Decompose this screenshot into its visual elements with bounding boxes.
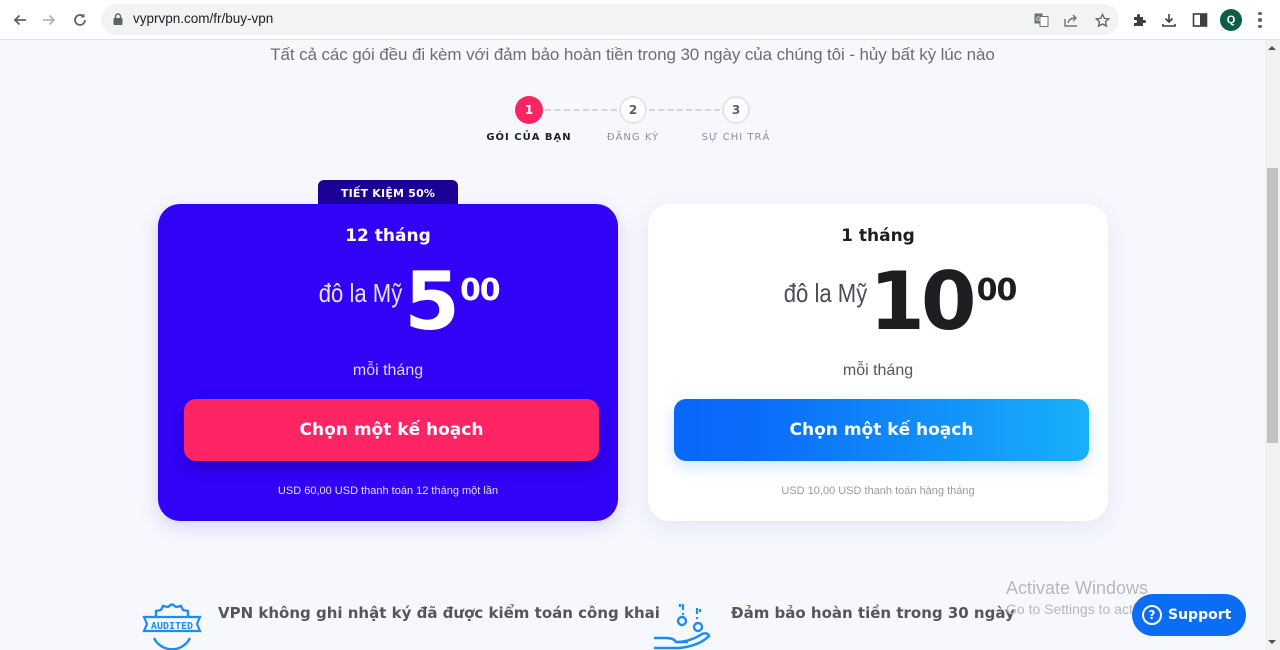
- plan-price: đô la Mỹ 10 00: [648, 255, 1108, 354]
- lock-icon: [113, 13, 123, 25]
- plan-card-12-months: 12 tháng đô la Mỹ 5 00 mỗi tháng Chọn mộ…: [158, 204, 618, 521]
- choose-plan-1-month-button[interactable]: Chọn một kế hoạch: [674, 399, 1089, 461]
- audited-badge-icon: AUDITED: [142, 603, 202, 650]
- step-1-circle: 1: [515, 96, 543, 124]
- price-currency: đô la Mỹ: [318, 278, 403, 308]
- price-currency: đô la Mỹ: [783, 278, 868, 308]
- side-panel-icon[interactable]: [1190, 10, 1210, 30]
- svg-text:G: G: [1036, 16, 1041, 23]
- plan-term: 1 tháng: [841, 226, 915, 246]
- profile-avatar[interactable]: Q: [1220, 9, 1242, 31]
- price-period: mỗi tháng: [842, 362, 914, 379]
- price-cents: 00: [976, 273, 1018, 308]
- billing-note: USD 10,00 USD thanh toán hàng tháng: [781, 485, 975, 497]
- address-bar[interactable]: vyprvpn.com/fr/buy-vpn G: [101, 4, 1119, 35]
- scroll-down-arrow-icon[interactable]: [1268, 640, 1276, 644]
- choose-plan-12-months-button[interactable]: Chọn một kế hoạch: [184, 399, 599, 461]
- audited-text: AUDITED: [151, 621, 193, 632]
- help-question-icon: ?: [1142, 605, 1162, 625]
- kebab-menu-icon[interactable]: [1256, 10, 1264, 30]
- plan-card-1-month: 1 tháng đô la Mỹ 10 00 mỗi tháng Chọn mộ…: [648, 204, 1108, 521]
- scroll-thumb[interactable]: [1267, 168, 1278, 443]
- savings-badge: TIẾT KIỆM 50%: [318, 180, 458, 206]
- share-icon[interactable]: [1062, 11, 1080, 29]
- money-back-hand-icon: [654, 604, 711, 650]
- step-3-circle: 3: [722, 96, 750, 124]
- price-amount: 5: [404, 255, 460, 348]
- price-period: mỗi tháng: [352, 362, 424, 379]
- support-label: Support: [1168, 607, 1232, 623]
- support-button[interactable]: ? Support: [1132, 594, 1246, 636]
- plan-term: 12 tháng: [345, 226, 431, 246]
- scroll-up-arrow-icon[interactable]: [1268, 46, 1276, 50]
- url-text[interactable]: vyprvpn.com/fr/buy-vpn: [133, 11, 273, 26]
- checkout-stepper: 1 2 3 GÓI CỦA BẠN ĐĂNG KÝ SỰ CHI TRẢ: [0, 96, 1265, 156]
- step-connector: [649, 109, 720, 111]
- step-2-circle: 2: [619, 96, 647, 124]
- forward-arrow-icon[interactable]: [38, 9, 60, 31]
- step-3-label: SỰ CHI TRẢ: [701, 132, 771, 143]
- price-amount: 10: [869, 255, 976, 348]
- step-1-label: GÓI CỦA BẠN: [486, 132, 572, 143]
- page-scrollbar[interactable]: [1265, 40, 1280, 650]
- feature-title-no-logs: VPN không ghi nhật ký đã được kiểm toán …: [218, 604, 660, 622]
- step-2-label: ĐĂNG KÝ: [606, 132, 660, 143]
- billing-note: USD 60,00 USD thanh toán 12 tháng một lầ…: [277, 485, 499, 497]
- guarantee-subtitle: Tất cả các gói đều đi kèm với đảm bảo ho…: [270, 45, 995, 64]
- extensions-puzzle-icon[interactable]: [1130, 10, 1150, 30]
- reload-icon[interactable]: [69, 9, 91, 31]
- price-cents: 00: [459, 273, 501, 308]
- step-connector: [545, 109, 617, 111]
- bookmark-star-icon[interactable]: [1093, 11, 1111, 29]
- feature-title-money-back: Đảm bảo hoàn tiền trong 30 ngày: [731, 604, 1015, 622]
- browser-toolbar: vyprvpn.com/fr/buy-vpn G Q: [0, 0, 1280, 40]
- back-arrow-icon[interactable]: [9, 9, 31, 31]
- translate-icon[interactable]: G: [1032, 11, 1050, 29]
- plan-price: đô la Mỹ 5 00: [158, 255, 618, 354]
- download-icon[interactable]: [1159, 10, 1179, 30]
